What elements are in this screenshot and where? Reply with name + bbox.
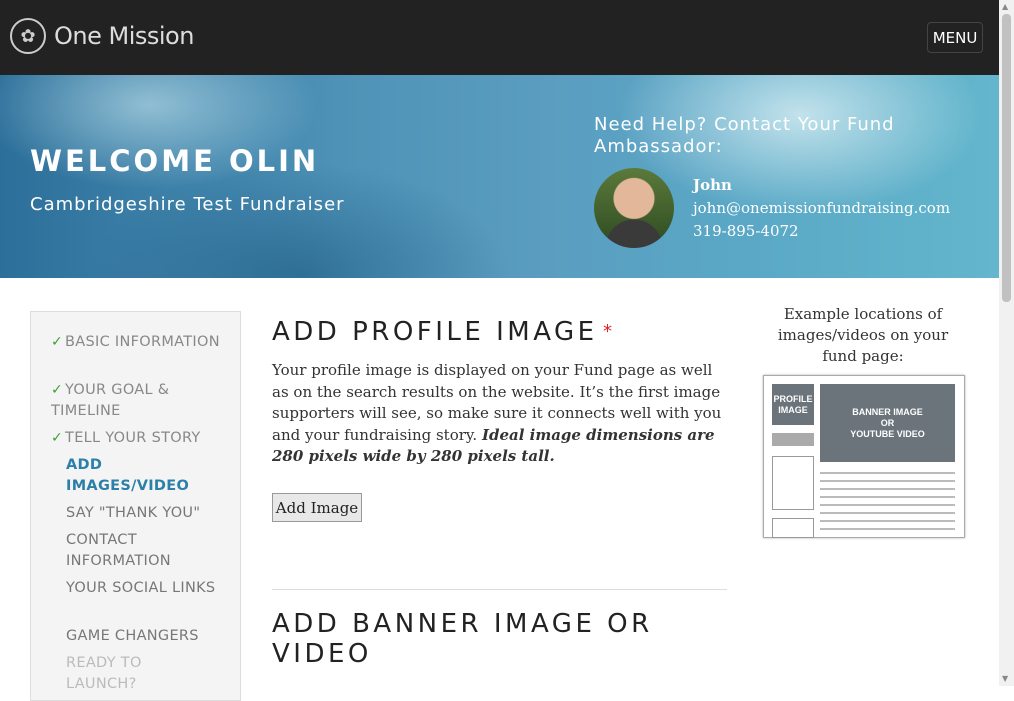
placeholder-bar xyxy=(772,433,814,446)
sidebar-item-label: READY TO LAUNCH? xyxy=(66,655,142,692)
example-locations-label: Example locations of images/videos on yo… xyxy=(777,305,949,365)
sidebar-item-label: SAY "THANK YOU" xyxy=(66,505,201,521)
ambassador-avatar xyxy=(594,168,674,248)
sidebar-item-contact-information[interactable]: CONTACT INFORMATION xyxy=(66,530,216,572)
ambassador-name: John xyxy=(693,176,732,194)
sidebar-item-label: YOUR SOCIAL LINKS xyxy=(66,580,216,596)
banner-block-label: BANNER IMAGE xyxy=(852,406,923,417)
checkmark-icon: ✓ xyxy=(51,334,64,350)
profile-image-block: PROFILE IMAGE xyxy=(772,384,814,425)
fund-name: Cambridgeshire Test Fundraiser xyxy=(30,194,345,215)
sidebar-item-tell-your-story[interactable]: ✓ TELL YOUR STORY xyxy=(51,428,236,449)
ambassador-email-link[interactable]: john@onemissionfundraising.com xyxy=(693,199,950,217)
sidebar-item-label: ADD IMAGES/VIDEO xyxy=(66,457,190,494)
profile-block-label: PROFILE IMAGE xyxy=(773,393,813,415)
text-line xyxy=(820,472,955,474)
sidebar-item-label: YOUR GOAL & TIMELINE xyxy=(51,382,170,419)
checkmark-icon: ✓ xyxy=(51,382,64,398)
ambassador-phone: 319-895-4072 xyxy=(693,222,799,240)
banner-block-or: OR xyxy=(880,417,895,428)
placeholder-box xyxy=(772,518,814,538)
required-marker: * xyxy=(603,321,612,342)
text-line xyxy=(820,504,955,506)
add-image-button[interactable]: Add Image xyxy=(272,493,362,522)
text-line xyxy=(820,480,955,482)
banner-block-video-label: YOUTUBE VIDEO xyxy=(850,428,925,439)
logo-text: One Mission xyxy=(54,22,194,50)
sidebar-item-label: GAME CHANGERS xyxy=(66,628,199,644)
sidebar-item-label: TELL YOUR STORY xyxy=(65,430,201,446)
steps-sidebar: ✓ BASIC INFORMATION ✓ YOUR GOAL & TIMELINE… xyxy=(30,311,241,701)
sidebar-item-ready-to-launch: READY TO LAUNCH? xyxy=(66,653,216,695)
welcome-heading: WELCOME OLIN xyxy=(30,144,320,178)
page-scrollbar[interactable]: ▲ ▼ xyxy=(999,0,1014,686)
one-mission-logo-icon: ✿ xyxy=(10,18,46,54)
sidebar-item-label: BASIC INFORMATION xyxy=(65,334,220,350)
menu-button[interactable]: MENU xyxy=(927,22,983,53)
welcome-banner: WELCOME OLIN Cambridgeshire Test Fundrai… xyxy=(0,75,999,278)
sidebar-item-add-images-video[interactable]: ADD IMAGES/VIDEO xyxy=(66,455,216,497)
scroll-down-icon[interactable]: ▼ xyxy=(1002,674,1008,683)
sidebar-item-label: CONTACT INFORMATION xyxy=(66,532,171,569)
profile-image-description: Your profile image is displayed on your … xyxy=(272,360,722,468)
text-line xyxy=(820,488,955,490)
scrollbar-thumb[interactable] xyxy=(1002,14,1011,302)
banner-image-block: BANNER IMAGE OR YOUTUBE VIDEO xyxy=(820,384,955,462)
site-logo[interactable]: ✿ One Mission xyxy=(10,18,194,54)
placeholder-box xyxy=(772,456,814,510)
text-line xyxy=(820,520,955,522)
sidebar-item-basic-information[interactable]: ✓ BASIC INFORMATION xyxy=(51,332,221,353)
sidebar-item-say-thank-you[interactable]: SAY "THANK YOU" xyxy=(66,503,226,524)
text-line xyxy=(820,528,955,530)
text-line xyxy=(820,512,955,514)
sidebar-item-social-links[interactable]: YOUR SOCIAL LINKS xyxy=(66,578,216,599)
top-navbar: ✿ One Mission MENU xyxy=(0,0,999,75)
sidebar-item-goal-timeline[interactable]: ✓ YOUR GOAL & TIMELINE xyxy=(51,380,221,422)
add-banner-heading: ADD BANNER IMAGE OR VIDEO xyxy=(272,609,653,669)
example-layout-diagram: PROFILE IMAGE BANNER IMAGE OR YOUTUBE VI… xyxy=(763,375,965,538)
sidebar-item-game-changers[interactable]: GAME CHANGERS xyxy=(66,626,226,647)
help-heading: Need Help? Contact Your Fund Ambassador: xyxy=(594,114,895,157)
add-profile-image-heading: ADD PROFILE IMAGE xyxy=(272,317,598,347)
checkmark-icon: ✓ xyxy=(51,430,64,446)
text-line xyxy=(820,496,955,498)
section-divider xyxy=(272,589,727,590)
scroll-up-icon[interactable]: ▲ xyxy=(1002,2,1008,11)
